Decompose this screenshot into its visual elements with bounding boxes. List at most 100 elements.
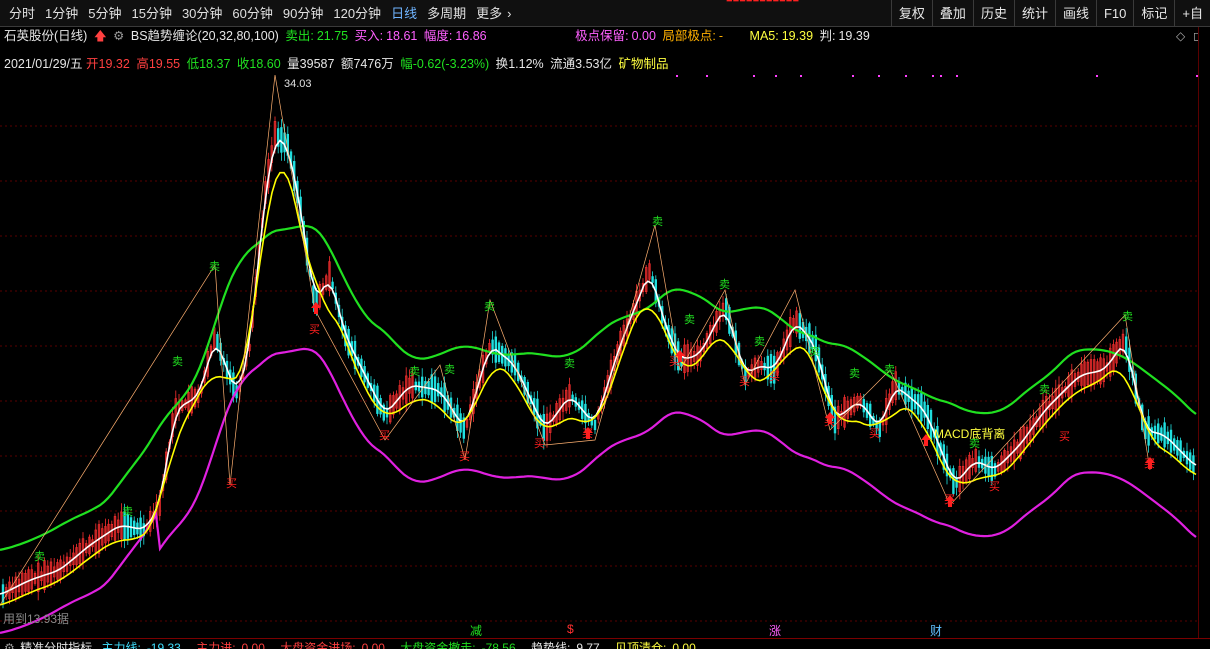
tool-button-6[interactable]: 标记: [1133, 0, 1174, 27]
sub-indicator-bar[interactable]: ⚙ 精准分时指标 主力线: -19.33 主力进: 0.00 大盘资金进场: 0.00…: [0, 638, 1210, 649]
period-tab-9[interactable]: 多周期: [422, 0, 471, 27]
x-marker-reduce[interactable]: 减: [470, 622, 482, 639]
sell-mark: 卖: [884, 363, 895, 376]
ma5-value: 19.39: [781, 29, 814, 43]
candle-body: [977, 456, 981, 468]
low-value: 18.37: [199, 57, 231, 71]
sell-mark: 卖: [1039, 383, 1050, 396]
candle-body: [1163, 422, 1166, 448]
turnover-value: 1.12%: [508, 57, 544, 71]
buy-mark: 买: [534, 437, 545, 450]
settings-gear-icon[interactable]: ⚙: [113, 29, 124, 43]
sell-mark: 卖: [564, 357, 575, 370]
range-label: 幅度:: [423, 29, 453, 43]
sell-mark: 卖: [484, 300, 495, 313]
local-extreme-value: -: [718, 29, 724, 43]
trend-label: 趋势线:: [531, 641, 571, 649]
big-in-value: 0.00: [361, 641, 385, 649]
close-value: 18.60: [249, 57, 281, 71]
period-tab-10[interactable]: 更多: [471, 0, 507, 27]
tool-button-7[interactable]: +自: [1174, 0, 1210, 27]
period-tab-2[interactable]: 5分钟: [83, 0, 126, 27]
quote-date: 2021/01/29/五: [4, 57, 83, 71]
low-label: 低: [186, 57, 200, 71]
candle-body: [216, 334, 219, 351]
volume-value: 39587: [299, 57, 335, 71]
indicator-name[interactable]: BS趋势缠论(20,32,80,100): [131, 29, 279, 43]
tool-button-4[interactable]: 画线: [1054, 0, 1096, 27]
candle-body: [436, 383, 440, 397]
judge-value: 19.39: [838, 29, 870, 43]
amount-value: 7476万: [353, 57, 394, 71]
main-force-value: -19.33: [146, 641, 181, 649]
extreme-keep-label: 极点保留:: [575, 29, 629, 43]
signal-dot: [753, 75, 755, 77]
period-tabs: 分时 1分钟 5分钟 15分钟 30分钟 60分钟 90分钟 120分钟 日线 多周期 更多 ›: [4, 0, 516, 27]
tool-button-3[interactable]: 统计: [1013, 0, 1055, 27]
period-tab-3[interactable]: 15分钟: [126, 0, 176, 27]
buy-mark: 买: [989, 480, 1000, 493]
period-tab-0[interactable]: 分时: [4, 0, 40, 27]
period-tab-6[interactable]: 90分钟: [278, 0, 328, 27]
up-arrow-icon: [921, 434, 931, 446]
main-in-label: 主力进:: [196, 641, 236, 649]
yellow-ma-line: [0, 171, 1197, 606]
top-clear-label: 见顶清仓:: [615, 641, 667, 649]
local-extreme-label: 局部极点:: [662, 29, 716, 43]
tool-button-5[interactable]: F10: [1095, 0, 1133, 27]
diamond-icon[interactable]: ◇: [1176, 29, 1185, 43]
gear-icon[interactable]: ⚙: [4, 641, 15, 649]
ma5-label: MA5:: [749, 29, 779, 43]
big-in-label: 大盘资金进场:: [280, 641, 356, 649]
buy-mark: 买: [769, 370, 780, 383]
turnover-label: 换: [495, 57, 509, 71]
buy-label: 买入:: [354, 29, 384, 43]
main-force-label: 主力线:: [101, 641, 141, 649]
signal-dot: [1096, 75, 1098, 77]
candle-body: [280, 127, 283, 153]
sell-mark: 卖: [1122, 310, 1133, 323]
big-out-label: 大盘资金撤走:: [400, 641, 476, 649]
tool-button-2[interactable]: 历史: [972, 0, 1014, 27]
sell-mark: 卖: [122, 505, 133, 518]
peak-price-label: 34.03: [284, 78, 312, 90]
kline-chart[interactable]: 卖卖卖卖卖卖卖卖卖卖卖卖卖卖卖卖卖卖买买买买买买买买买买买买买买买 34.03 …: [0, 75, 1198, 638]
x-marker-dollar[interactable]: $: [567, 622, 574, 636]
quote-row: 2021/01/29/五 开19.32 高19.55 低18.37 收18.60…: [0, 55, 671, 73]
change-label: 幅: [400, 57, 413, 71]
float-label: 流通: [550, 57, 576, 71]
float-value: 3.53亿: [575, 57, 612, 71]
x-marker-rise[interactable]: 涨: [769, 622, 781, 639]
sell-mark: 卖: [172, 355, 183, 368]
magenta-band-line: [0, 347, 1197, 634]
period-tab-4[interactable]: 30分钟: [177, 0, 227, 27]
period-tab-7[interactable]: 120分钟: [328, 0, 386, 27]
sell-mark: 卖: [719, 278, 730, 291]
signal-dot: [878, 75, 880, 77]
candle-body: [331, 281, 334, 290]
trend-value: 9.77: [576, 641, 600, 649]
right-scrollbar[interactable]: [1198, 27, 1210, 638]
candle-body: [593, 419, 597, 431]
right-tools: 复权 叠加 历史 统计 画线 F10 标记 +自: [890, 0, 1210, 27]
kline-svg: 卖卖卖卖卖卖卖卖卖卖卖卖卖卖卖卖卖卖买买买买买买买买买买买买买买买 34.03 …: [0, 75, 1198, 634]
indicator-row: 石英股份(日线) 🡅 ⚙ BS趋势缠论(20,32,80,100) 卖出: 21.…: [0, 27, 873, 45]
close-label: 收: [236, 57, 250, 71]
candle-body: [798, 313, 802, 339]
tool-button-0[interactable]: 复权: [890, 0, 932, 27]
sector-label[interactable]: 矿物制品: [618, 57, 668, 71]
stock-name[interactable]: 石英股份(日线): [4, 29, 87, 43]
period-tab-5[interactable]: 60分钟: [227, 0, 277, 27]
period-tab-1[interactable]: 1分钟: [40, 0, 83, 27]
tool-button-1[interactable]: 叠加: [931, 0, 973, 27]
buy-mark: 买: [459, 450, 470, 463]
period-tab-8[interactable]: 日线: [386, 0, 422, 27]
x-marker-finance[interactable]: 财: [930, 622, 942, 639]
sell-mark: 卖: [652, 215, 663, 228]
buy-mark: 买: [1059, 430, 1070, 443]
sub-indicator-name[interactable]: 精准分时指标: [20, 641, 92, 649]
more-chevron-icon[interactable]: ›: [507, 0, 516, 27]
signal-dot: [940, 75, 942, 77]
judge-label: 判:: [819, 29, 836, 43]
extreme-keep-value: 0.00: [631, 29, 656, 43]
